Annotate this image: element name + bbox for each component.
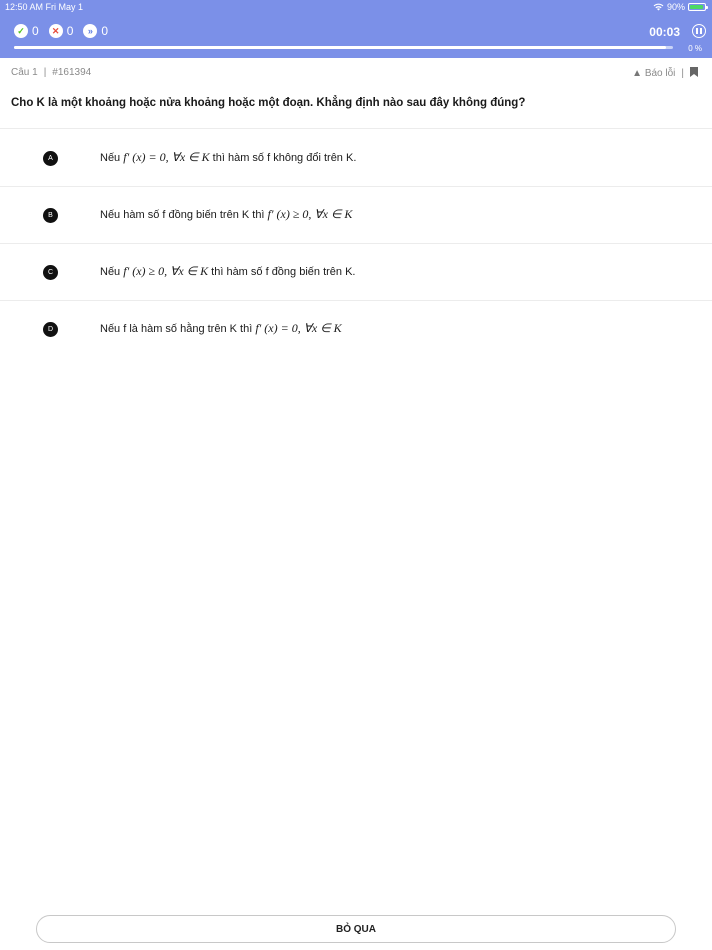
skip-button[interactable]: BỎ QUA [36,915,676,943]
skip-icon: » [83,24,98,38]
option-letter-badge: D [43,322,58,337]
meta-separator: | [43,67,47,78]
correct-count: 0 [32,24,39,38]
option-b[interactable]: B Nếu hàm số f đồng biến trên K thì f′ (x… [0,186,712,242]
question-meta: Câu 1 | #161394 [11,67,91,78]
wrong-count: 0 [66,24,74,38]
warning-icon: ▲ [632,68,643,79]
question-text: Cho K là một khoảng hoặc nửa khoảng hoặc… [11,97,526,109]
timer: 00:03 [649,25,680,39]
option-text-pre: Nếu [100,266,124,278]
option-letter-badge: C [43,265,58,280]
header-bar: 12:50 AM Fri May 1 90% ✓ 0 ✕ 0 » 0 0 0:03… [0,0,712,58]
battery-icon [688,3,708,11]
check-icon: ✓ [14,24,28,38]
report-label: Báo lỗi [644,68,676,79]
option-text-pre: Nếu [100,152,124,164]
actions-separator: | [681,68,684,79]
option-math: f′ (x) = 0, ∀x ∈ K [255,321,342,335]
option-math: f′ (x) ≥ 0, ∀x ∈ K [267,207,353,221]
report-button[interactable]: ▲ Báo lỗi [632,68,675,79]
option-math: f′ (x) ≥ 0, ∀x ∈ K [123,264,209,278]
option-text: Nếu f′ (x) ≥ 0, ∀x ∈ K thì hàm số f đồng… [100,264,355,279]
question-number: Câu 1 [11,67,38,78]
option-math: f′ (x) = 0, ∀x ∈ K [123,150,210,164]
option-text: Nếu hàm số f đồng biến trên K thì f′ (x)… [100,207,352,222]
option-text: Nếu f′ (x) = 0, ∀x ∈ K thì hàm số f khôn… [100,150,356,165]
status-indicators: 90% [653,2,708,12]
skipped-count: 0 [101,24,109,38]
option-a[interactable]: A Nếu f′ (x) = 0, ∀x ∈ K thì hàm số f khô… [0,129,712,185]
progress-fill [14,46,667,49]
progress-bar [14,46,673,49]
question-id: #161394 [52,67,92,78]
correct-stat: ✓ 0 [14,24,39,38]
bookmark-icon[interactable] [690,67,698,80]
option-text: Nếu f là hàm số hằng trên K thì f′ (x) =… [100,321,342,336]
option-c[interactable]: C Nếu f′ (x) ≥ 0, ∀x ∈ K thì hàm số f đồn… [0,243,712,299]
x-icon: ✕ [48,24,63,38]
option-text-post: thì hàm số f đồng biến trên K. [208,266,356,278]
status-time: 12:50 AM Fri May 1 [5,2,84,12]
wrong-stat: ✕ 0 [48,24,74,38]
pause-icon [696,28,698,34]
score-stats: ✓ 0 ✕ 0 » 0 [14,24,112,38]
option-text-pre: Nếu hàm số f đồng biến trên K thì [100,209,268,221]
option-letter-badge: B [43,208,58,223]
option-text-pre: Nếu f là hàm số hằng trên K thì [100,323,256,335]
wifi-icon [653,3,664,11]
battery-percent: 90% [666,2,685,12]
option-letter-badge: A [43,151,58,166]
option-d[interactable]: D Nếu f là hàm số hằng trên K thì f′ (x) … [0,300,712,356]
progress-label: 0 % [688,44,702,53]
skipped-stat: » 0 [83,24,108,38]
option-text-post: thì hàm số f không đổi trên K. [209,152,357,164]
question-actions: ▲ Báo lỗi | [632,67,698,80]
pause-button[interactable] [692,24,706,38]
